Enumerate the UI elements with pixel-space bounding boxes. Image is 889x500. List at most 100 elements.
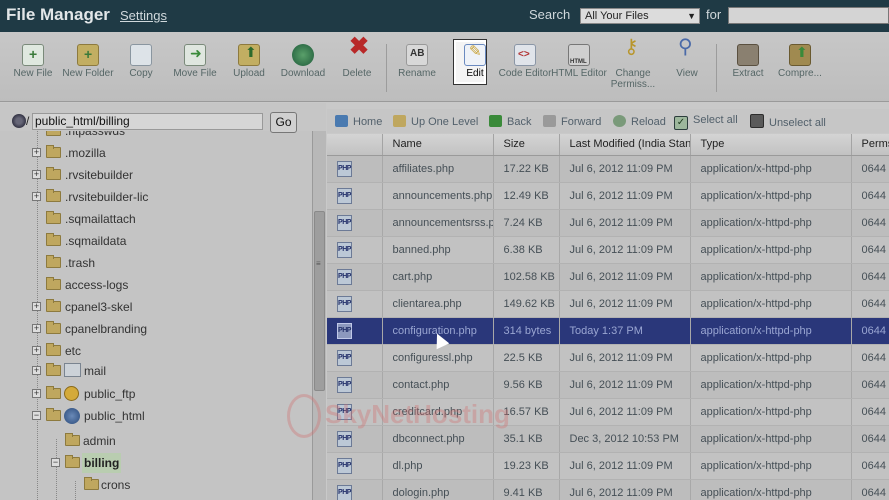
- expand-icon[interactable]: +: [32, 366, 41, 375]
- tree-item[interactable]: access-logs: [0, 275, 300, 295]
- scrollbar-thumb[interactable]: [314, 211, 325, 391]
- tree-item[interactable]: − public_html: [0, 406, 300, 426]
- tree-item[interactable]: + etc: [0, 341, 300, 361]
- table-row[interactable]: PHP banned.php 6.38 KB Jul 6, 2012 11:09 PM…: [327, 236, 889, 264]
- table-row[interactable]: PHP clientarea.php 149.62 KB Jul 6, 2012 11…: [327, 290, 889, 318]
- checkbox-checked-icon: ✓: [674, 116, 688, 130]
- tree-item[interactable]: crons: [0, 475, 300, 495]
- column-header-type[interactable]: Type: [690, 134, 852, 156]
- expand-icon[interactable]: +: [32, 302, 41, 311]
- expand-icon[interactable]: +: [32, 148, 41, 157]
- select-all-button[interactable]: ✓ Select all: [674, 114, 738, 130]
- table-row[interactable]: PHP announcements.php 12.49 KB Jul 6, 2012 …: [327, 182, 889, 210]
- file-icon-cell: PHP: [327, 290, 383, 318]
- reload-button[interactable]: Reload: [613, 115, 666, 128]
- tree-item[interactable]: .trash: [0, 253, 300, 273]
- reload-label: Reload: [631, 116, 666, 128]
- file-perms: 0644: [851, 371, 889, 399]
- tree-item[interactable]: + .mozilla: [0, 143, 300, 163]
- home-button[interactable]: Home: [335, 115, 382, 128]
- file-name: cart.php: [382, 263, 494, 291]
- file-name: affiliates.php: [382, 155, 494, 183]
- download-button[interactable]: Download: [275, 44, 331, 79]
- new-folder-button[interactable]: + New Folder: [60, 44, 116, 79]
- tree-item[interactable]: + mail: [0, 361, 300, 381]
- tree-item-label: cpanel3-skel: [65, 300, 133, 314]
- html-editor-button[interactable]: HTML HTML Editor: [551, 44, 607, 79]
- unselect-all-button[interactable]: Unselect all: [750, 114, 826, 129]
- search-input[interactable]: [728, 7, 889, 24]
- home-directory-icon[interactable]: [12, 114, 26, 128]
- copy-button[interactable]: Copy: [113, 44, 169, 79]
- up-one-level-button[interactable]: Up One Level: [393, 115, 478, 128]
- file-perms: 0644: [851, 290, 889, 318]
- table-row[interactable]: PHP affiliates.php 17.22 KB Jul 6, 2012 11:…: [327, 155, 889, 183]
- tree-item[interactable]: + cpanel3-skel: [0, 297, 300, 317]
- html-editor-label: HTML Editor: [551, 68, 607, 79]
- file-size: 102.58 KB: [493, 263, 560, 291]
- rename-button[interactable]: AB Rename: [389, 44, 445, 79]
- expand-icon[interactable]: +: [32, 324, 41, 333]
- path-input[interactable]: public_html/billing: [32, 113, 263, 130]
- table-row[interactable]: PHP announcementsrss.php7.24 KBJul 6, 201…: [327, 209, 889, 237]
- code-editor-button[interactable]: <> Code Editor: [497, 44, 553, 79]
- expand-icon[interactable]: +: [32, 170, 41, 179]
- move-file-button[interactable]: ➜ Move File: [167, 44, 223, 79]
- extract-button[interactable]: Extract: [720, 44, 776, 79]
- new-file-button[interactable]: + New File: [5, 44, 61, 79]
- tree-item[interactable]: + .rvsitebuilder-lic: [0, 187, 300, 207]
- file-name: dologin.php: [382, 479, 494, 500]
- php-file-icon: PHP: [337, 268, 352, 285]
- column-header-size[interactable]: Size: [493, 134, 560, 156]
- settings-link[interactable]: Settings: [120, 8, 167, 23]
- back-button[interactable]: Back: [489, 115, 531, 128]
- go-button[interactable]: Go: [270, 112, 297, 133]
- edit-button[interactable]: ✎ Edit: [447, 40, 503, 84]
- tree-item[interactable]: + public_ftp: [0, 384, 300, 404]
- expand-icon[interactable]: +: [32, 389, 41, 398]
- move-file-icon: ➜: [184, 44, 206, 66]
- table-row[interactable]: PHP dl.php 19.23 KB Jul 6, 2012 11:09 PM app…: [327, 452, 889, 480]
- file-name: banned.php: [382, 236, 494, 264]
- tree-item[interactable]: admin: [0, 431, 300, 451]
- file-table: Name Size Last Modified (India Standard …: [327, 134, 889, 500]
- folder-icon: [46, 255, 61, 268]
- tree-item-label: billing: [82, 453, 122, 473]
- folder-icon: [65, 433, 80, 446]
- column-header-modified[interactable]: Last Modified (India Standard Time): [559, 134, 691, 156]
- tree-item[interactable]: .htpasswds: [0, 131, 300, 141]
- folder-icon: [46, 189, 61, 202]
- file-name: announcementsrss.php: [382, 209, 494, 237]
- compress-button[interactable]: ⬆ Compre...: [772, 44, 828, 79]
- collapse-icon[interactable]: −: [51, 458, 60, 467]
- file-type: application/x-httpd-php: [690, 263, 852, 291]
- change-permissions-button[interactable]: ⚷ Change Permiss...: [605, 37, 661, 90]
- expand-icon[interactable]: +: [32, 192, 41, 201]
- tree-item[interactable]: + cpanelbranding: [0, 319, 300, 339]
- tree-scrollbar[interactable]: ≡: [312, 131, 326, 500]
- delete-button[interactable]: ✖ Delete: [329, 35, 385, 80]
- tree-item-selected[interactable]: − billing: [0, 453, 300, 473]
- column-header-perms[interactable]: Perms: [851, 134, 889, 156]
- tree-item[interactable]: .sqmailattach: [0, 209, 300, 229]
- table-row[interactable]: PHP cart.php 102.58 KB Jul 6, 2012 11:09 PM…: [327, 263, 889, 291]
- expand-icon[interactable]: +: [32, 346, 41, 355]
- view-button[interactable]: ⚲ View: [659, 37, 715, 79]
- file-type: application/x-httpd-php: [690, 290, 852, 318]
- file-list: Name Size Last Modified (India Standard …: [327, 134, 889, 500]
- upload-button[interactable]: ⬆ Upload: [221, 44, 277, 79]
- forward-button[interactable]: Forward: [543, 115, 601, 128]
- code-editor-icon: <>: [514, 44, 536, 66]
- table-row-selected[interactable]: PHP configuration.php 314 bytes Today 1:37 …: [327, 317, 889, 345]
- search-scope-select[interactable]: All Your Files ▼: [580, 8, 700, 24]
- column-header-name[interactable]: Name: [382, 134, 494, 156]
- tree-item[interactable]: .sqmaildata: [0, 231, 300, 251]
- tree-item[interactable]: + .rvsitebuilder: [0, 165, 300, 185]
- file-type: application/x-httpd-php: [690, 479, 852, 500]
- table-row[interactable]: PHP configuressl.php 22.5 KB Jul 6, 2012 11…: [327, 344, 889, 372]
- table-row[interactable]: PHP dologin.php 9.41 KB Jul 6, 2012 11:09 P…: [327, 479, 889, 500]
- toolbar: + New File + New Folder Copy ➜ Move File…: [0, 32, 889, 102]
- collapse-icon[interactable]: −: [32, 411, 41, 420]
- column-header-icon[interactable]: [327, 134, 383, 156]
- file-icon-cell: PHP: [327, 155, 383, 183]
